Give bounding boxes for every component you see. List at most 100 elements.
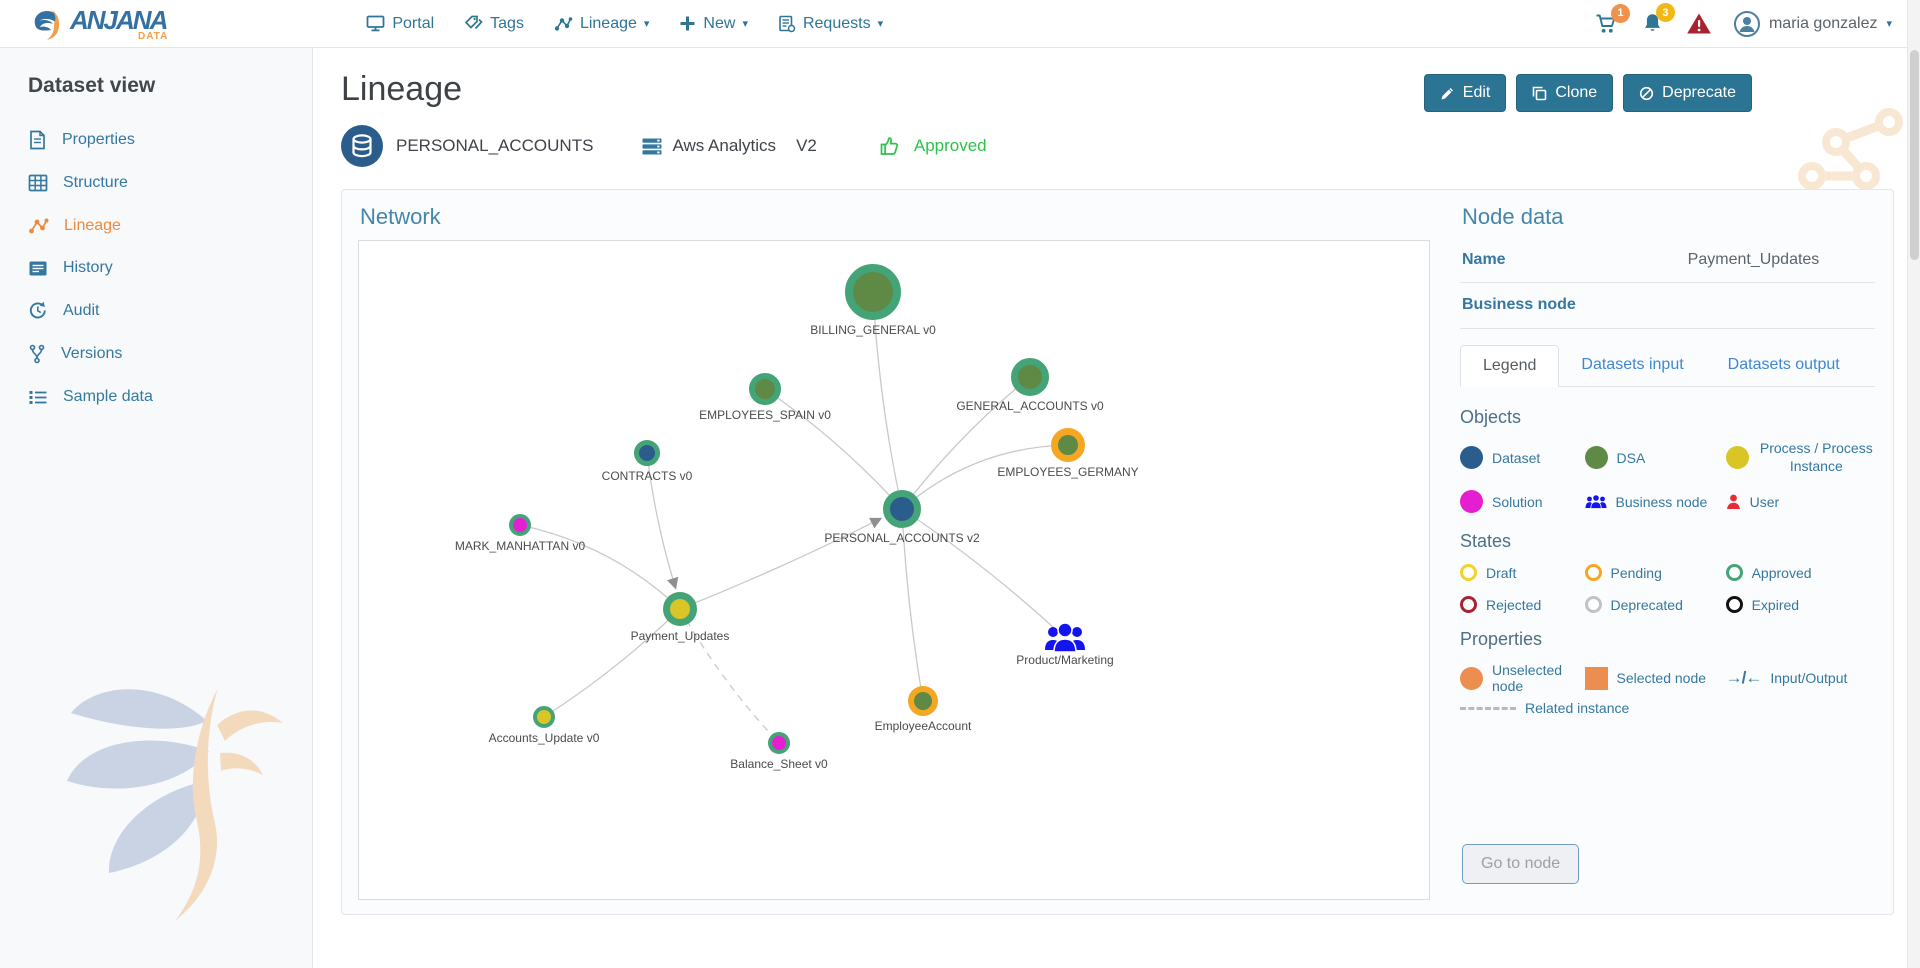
legend-process: Process / Process Instance [1726, 440, 1875, 475]
graph-node-label: BILLING_GENERAL v0 [810, 323, 936, 337]
approved-ring [1726, 564, 1743, 581]
graph-node-spain[interactable]: EMPLOYEES_SPAIN v0 [699, 376, 831, 422]
network-canvas[interactable]: BILLING_GENERAL v0 EMPLOYEES_SPAIN v0 GENE… [358, 240, 1430, 900]
top-navbar: ANJANA DATA Portal Tags [0, 0, 1920, 48]
legend-business-node: Business node [1585, 490, 1726, 513]
dataset-icon [341, 125, 383, 167]
pending-ring [1585, 564, 1602, 581]
sidebar-item-sample-data[interactable]: Sample data [0, 376, 312, 418]
graph-node-contracts[interactable]: CONTRACTS v0 [602, 443, 693, 484]
sidebar-item-structure[interactable]: Structure [0, 162, 312, 204]
nav-new[interactable]: New ▾ [679, 15, 748, 33]
sidebar-item-label: Lineage [64, 217, 121, 235]
sidebar-item-lineage[interactable]: Lineage [0, 204, 312, 247]
solution-swatch [1460, 490, 1483, 513]
sidebar-item-versions[interactable]: Versions [0, 332, 312, 376]
requests-icon [778, 15, 796, 33]
legend-rejected: Rejected [1460, 596, 1585, 613]
edit-button[interactable]: Edit [1424, 74, 1507, 112]
graph-node-mark[interactable]: MARK_MANHATTAN v0 [455, 516, 586, 553]
sidebar-item-label: Audit [63, 302, 99, 320]
node-data-tabs: Legend Datasets input Datasets output [1460, 345, 1875, 387]
clone-button[interactable]: Clone [1516, 74, 1613, 112]
graph-node-label: Product/Marketing [1016, 653, 1113, 667]
graph-node-label: EMPLOYEES_SPAIN v0 [699, 408, 831, 422]
sidebar-item-label: Properties [62, 131, 135, 149]
status-badge: Approved [914, 136, 987, 156]
deprecate-icon [1639, 86, 1654, 101]
sidebar-item-properties[interactable]: Properties [0, 118, 312, 162]
legend-dataset: Dataset [1460, 440, 1585, 475]
chevron-down-icon: ▾ [878, 17, 884, 30]
thumbs-up-icon [879, 135, 902, 157]
versions-branch-icon [28, 344, 46, 364]
states-title: States [1460, 531, 1875, 552]
user-menu[interactable]: maria gonzalez ▾ [1734, 11, 1892, 37]
graph-node-label: GENERAL_ACCOUNTS v0 [956, 399, 1104, 413]
tab-datasets-input[interactable]: Datasets input [1559, 345, 1705, 387]
tags-icon [464, 15, 483, 32]
graph-node-label: Payment_Updates [631, 629, 730, 643]
system-name: Aws Analytics [672, 136, 776, 156]
nav-requests[interactable]: Requests ▾ [778, 15, 883, 33]
notifications-button[interactable]: 3 [1641, 12, 1664, 35]
graph-node-product[interactable]: Product/Marketing [1016, 623, 1113, 667]
business-node-icon [1585, 494, 1607, 510]
graph-node-germany[interactable]: EMPLOYEES_GERMANY [997, 432, 1138, 480]
nav-lineage[interactable]: Lineage ▾ [554, 15, 649, 33]
graph-node-accounts[interactable]: Accounts_Update v0 [489, 708, 600, 745]
navbar-right: 1 3 maria gonzalez ▾ [1595, 11, 1892, 37]
legend-input-output: →/← Input/Output [1726, 662, 1875, 694]
nav-tags-label: Tags [490, 15, 524, 33]
brand-name: ANJANA [70, 5, 166, 35]
brand-logo[interactable]: ANJANA DATA [30, 7, 166, 41]
tab-legend[interactable]: Legend [1460, 345, 1559, 387]
alerts-button[interactable] [1686, 12, 1712, 35]
sidebar: Dataset view Properties Structure [0, 48, 313, 968]
entity-header: PERSONAL_ACCOUNTS Aws Analytics V2 [341, 125, 1894, 167]
sidebar-title: Dataset view [28, 74, 312, 98]
graph-node-label: CONTRACTS v0 [602, 469, 693, 483]
legend-approved: Approved [1726, 564, 1875, 581]
graph-node-employeeacct[interactable]: EmployeeAccount [875, 689, 972, 733]
graph-node-balance[interactable]: Balance_Sheet v0 [730, 734, 828, 771]
graph-node-payment[interactable]: Payment_Updates [631, 596, 730, 644]
cart-button[interactable]: 1 [1595, 13, 1619, 35]
version-label: V2 [796, 136, 817, 156]
graph-node-personal[interactable]: PERSONAL_ACCOUNTS v2 [824, 494, 980, 546]
tab-datasets-output[interactable]: Datasets output [1706, 345, 1862, 387]
node-name-row: Name Payment_Updates [1460, 240, 1875, 283]
deprecate-button[interactable]: Deprecate [1623, 74, 1752, 112]
graph-node-label: EMPLOYEES_GERMANY [997, 465, 1138, 479]
graph-node-label: Balance_Sheet v0 [730, 757, 828, 771]
nav-requests-label: Requests [803, 15, 871, 33]
audit-history-icon [28, 301, 48, 320]
draft-ring [1460, 564, 1477, 581]
pencil-icon [1440, 86, 1455, 101]
sidebar-item-history[interactable]: History [0, 247, 312, 289]
notifications-badge: 3 [1656, 3, 1675, 22]
nav-portal[interactable]: Portal [366, 15, 434, 33]
lineage-card: Network BILLING_GENERAL v0EMPLOYEES_SPAI… [341, 189, 1894, 915]
legend-related-instance: Related instance [1460, 700, 1875, 716]
sidebar-item-label: Structure [63, 174, 128, 192]
name-value: Payment_Updates [1632, 251, 1875, 269]
document-icon [28, 130, 47, 150]
sidebar-item-label: Sample data [63, 388, 153, 406]
scrollbar-thumb[interactable] [1910, 50, 1919, 260]
graph-node-general[interactable]: GENERAL_ACCOUNTS v0 [956, 362, 1104, 414]
user-icon [1726, 494, 1741, 510]
legend-selected-node: Selected node [1585, 662, 1726, 694]
graph-node-billing[interactable]: BILLING_GENERAL v0 [810, 268, 936, 337]
graph-node-label: MARK_MANHATTAN v0 [455, 539, 586, 553]
sidebar-item-audit[interactable]: Audit [0, 289, 312, 332]
related-instance-dash [1460, 707, 1516, 710]
copy-icon [1532, 86, 1547, 101]
go-to-node-button[interactable]: Go to node [1462, 844, 1579, 884]
legend-deprecated: Deprecated [1585, 596, 1726, 613]
cart-badge: 1 [1611, 4, 1630, 23]
nav-tags[interactable]: Tags [464, 15, 524, 33]
system-icon [641, 137, 663, 156]
nav-lineage-label: Lineage [580, 15, 637, 33]
page-scrollbar[interactable] [1907, 0, 1920, 968]
